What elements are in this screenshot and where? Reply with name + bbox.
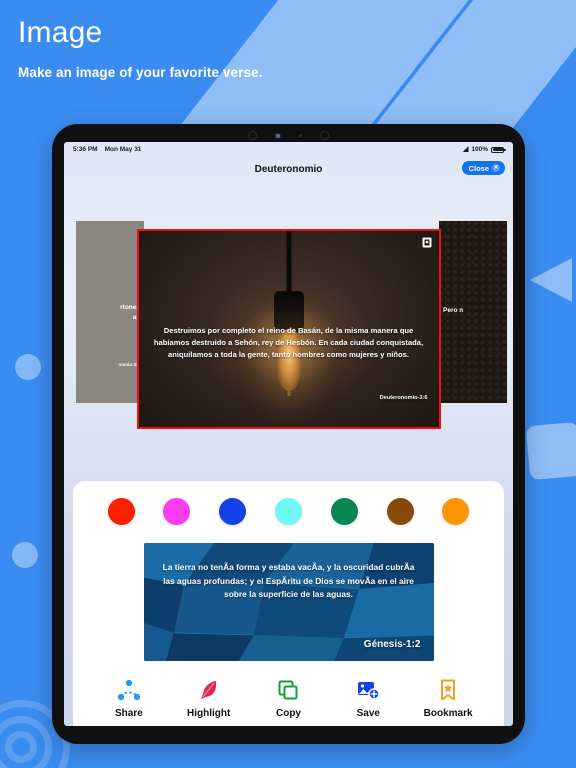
sensor-dot-icon bbox=[320, 131, 329, 140]
lightbulb-cord bbox=[286, 230, 291, 293]
status-date: Mon May 31 bbox=[104, 146, 142, 153]
bookmark-badge-icon[interactable] bbox=[422, 237, 432, 248]
background-square-shape bbox=[525, 421, 576, 481]
copy-button[interactable]: Copy bbox=[257, 677, 319, 719]
color-swatch-cyan[interactable] bbox=[274, 498, 302, 525]
speaker-dot-icon bbox=[248, 131, 257, 140]
background-circle-bottom bbox=[12, 542, 38, 568]
battery-percent-label: 100% bbox=[471, 146, 488, 153]
nav-title: Deuteronomio bbox=[254, 163, 323, 175]
color-swatch-magenta[interactable] bbox=[163, 498, 191, 525]
battery-full-icon bbox=[491, 146, 506, 153]
preview-verse-text: La tierra no tenÃa forma y estaba vacÃa,… bbox=[162, 562, 415, 600]
status-time: 5:36 PM bbox=[73, 146, 98, 153]
color-swatch-orange[interactable] bbox=[442, 498, 470, 525]
close-circle-icon: ✕ bbox=[492, 164, 500, 172]
color-swatch-green[interactable] bbox=[330, 498, 358, 525]
copy-icon bbox=[276, 677, 300, 703]
carousel-card-next[interactable]: Pero n bbox=[439, 221, 507, 403]
background-circle-top bbox=[15, 354, 41, 380]
save-button[interactable]: Save bbox=[337, 677, 399, 719]
microphone-icon bbox=[299, 134, 302, 137]
editor-bottom-sheet: La tierra no tenÃa forma y estaba vacÃa,… bbox=[73, 481, 504, 726]
page-subtitle: Make an image of your favorite verse. bbox=[18, 65, 263, 80]
device-screen: 5:36 PM Mon May 31 ◢ 100% Deuteronomio C… bbox=[64, 142, 513, 726]
camera-icon bbox=[275, 132, 281, 139]
background-ring-inner bbox=[5, 731, 37, 763]
bookmark-star-icon bbox=[436, 677, 460, 703]
bookmark-button-label: Bookmark bbox=[423, 708, 473, 719]
page-title: Image bbox=[18, 16, 103, 49]
background-triangle-shape bbox=[530, 258, 572, 302]
active-card-reference: Deuteronomio-3:6 bbox=[379, 394, 428, 401]
action-toolbar: Share Highlight Copy Save Bookmark bbox=[73, 677, 504, 719]
color-swatch-row bbox=[107, 498, 470, 525]
wifi-icon: ◢ bbox=[462, 146, 469, 153]
page-header: Image Make an image of your favorite ver… bbox=[18, 16, 263, 80]
highlight-button-label: Highlight bbox=[187, 708, 231, 719]
share-network-icon bbox=[117, 677, 141, 703]
color-swatch-red[interactable] bbox=[107, 498, 135, 525]
close-button[interactable]: Close ✕ bbox=[461, 161, 505, 175]
app-nav-bar: Deuteronomio Close ✕ bbox=[64, 157, 513, 181]
highlight-button[interactable]: Highlight bbox=[178, 677, 240, 719]
active-card-verse-text: Destruimos por completo el reino de Basá… bbox=[153, 325, 424, 360]
verse-card-carousel[interactable]: rtones as nomio-3:5 Destruimos por compl… bbox=[64, 191, 513, 466]
save-button-label: Save bbox=[356, 708, 380, 719]
copy-button-label: Copy bbox=[275, 708, 301, 719]
bookmark-button[interactable]: Bookmark bbox=[417, 677, 479, 719]
close-button-label: Close bbox=[468, 163, 489, 173]
color-swatch-brown[interactable] bbox=[386, 498, 414, 525]
lightbulb-filament-tip bbox=[287, 388, 290, 396]
tablet-device-frame: 5:36 PM Mon May 31 ◢ 100% Deuteronomio C… bbox=[52, 124, 525, 744]
next-card-text: Pero n bbox=[443, 307, 464, 314]
device-bezel-sensors bbox=[52, 130, 525, 141]
color-swatch-blue[interactable] bbox=[219, 498, 247, 525]
ios-status-bar: 5:36 PM Mon May 31 ◢ 100% bbox=[64, 142, 513, 157]
verse-image-preview[interactable]: La tierra no tenÃa forma y estaba vacÃa,… bbox=[143, 543, 434, 661]
image-plus-icon bbox=[356, 677, 380, 703]
feather-icon bbox=[197, 677, 221, 703]
preview-verse-reference: Génesis-1:2 bbox=[363, 639, 421, 650]
active-verse-card[interactable]: Destruimos por completo el reino de Basá… bbox=[136, 228, 441, 429]
share-button[interactable]: Share bbox=[98, 677, 160, 719]
share-button-label: Share bbox=[114, 708, 143, 719]
carousel-card-previous[interactable]: rtones as nomio-3:5 bbox=[76, 221, 144, 403]
